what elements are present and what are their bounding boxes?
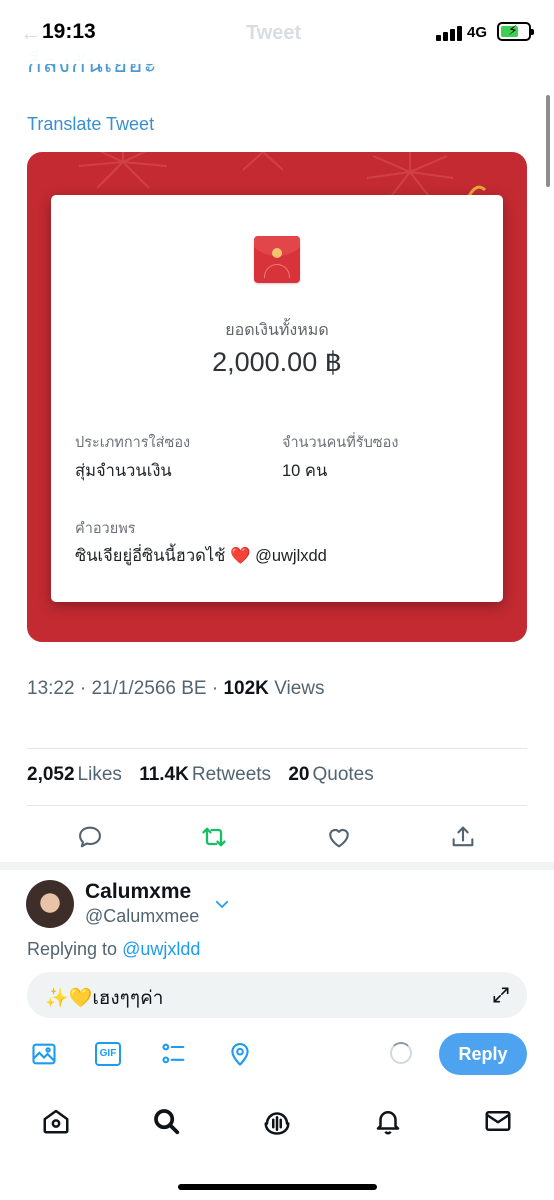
quotes-count: 20 xyxy=(288,764,310,785)
location-button[interactable] xyxy=(226,1040,254,1068)
share-icon xyxy=(452,826,474,847)
blessing-text: ซินเจียยู่อี่ซินนี้ฮวดไช้ xyxy=(75,547,226,565)
views-label[interactable]: Views xyxy=(274,678,324,699)
home-icon xyxy=(43,1109,69,1134)
display-name: Calumxme xyxy=(85,880,192,903)
heart-icon xyxy=(329,828,349,848)
heart-emoji: ❤️ xyxy=(229,547,251,565)
replying-to-handle[interactable]: @uwjxldd xyxy=(122,939,200,959)
reply-button[interactable]: Reply xyxy=(439,1033,527,1075)
total-amount-value: 2,000.00 ฿ xyxy=(212,347,342,377)
tab-messages[interactable] xyxy=(483,1106,513,1136)
tweet-stats: 2,052 Likes 11.4K Retweets 20 Quotes xyxy=(27,764,386,786)
status-bar: ← Tweet 19:13 4G ⚡ xyxy=(0,0,554,64)
reply-action-button[interactable] xyxy=(76,823,104,851)
blessing-mention: @uwjlxdd xyxy=(255,547,327,565)
blessing-label: คำอวยพร xyxy=(75,521,136,537)
reply-input[interactable]: ✨💛เฮงๆๆค่า xyxy=(27,972,527,1018)
section-divider xyxy=(0,862,554,870)
packet-type-value: สุ่มจำนวนเงิน xyxy=(75,462,172,480)
recipients-value: 10 คน xyxy=(282,462,328,480)
retweets-count: 11.4K xyxy=(139,764,189,785)
comment-icon xyxy=(79,826,101,848)
replying-prefix: Replying to xyxy=(27,939,118,959)
retweet-icon xyxy=(202,827,226,847)
like-action-button[interactable] xyxy=(325,823,353,851)
retweets-stat[interactable]: 11.4K Retweets xyxy=(139,764,271,785)
image-icon xyxy=(32,1043,56,1065)
chevron-down-icon[interactable] xyxy=(213,895,231,913)
location-pin-icon xyxy=(231,1043,249,1066)
reply-text[interactable]: ✨💛เฮงๆๆค่า xyxy=(45,983,163,1013)
likes-label: Likes xyxy=(77,764,122,785)
share-action-button[interactable] xyxy=(449,823,477,851)
red-envelope-icon xyxy=(254,236,300,283)
poll-button[interactable] xyxy=(160,1040,188,1068)
red-packet-image[interactable]: ยอดเงินทั้งหมด 2,000.00 ฿ ประเภทการใส่ซอ… xyxy=(27,152,527,642)
quotes-stat[interactable]: 20 Quotes xyxy=(288,764,373,785)
character-count-ring xyxy=(390,1042,412,1064)
cellular-signal-icon xyxy=(436,25,466,41)
mail-icon xyxy=(485,1111,511,1131)
meta-separator: · xyxy=(79,678,87,699)
media-button[interactable] xyxy=(30,1040,58,1068)
status-time: 19:13 xyxy=(42,20,96,43)
likes-count: 2,052 xyxy=(27,764,75,785)
tab-home[interactable] xyxy=(41,1106,71,1136)
tab-notifications[interactable] xyxy=(373,1106,403,1136)
views-count: 102K xyxy=(223,678,269,699)
retweet-action-button[interactable] xyxy=(200,823,228,851)
divider xyxy=(27,805,527,806)
nav-title: Tweet xyxy=(246,22,302,44)
blessing-message: ซินเจียยู่อี่ซินนี้ฮวดไช้ ❤️ @uwjlxdd xyxy=(75,543,327,569)
charging-bolt-icon: ⚡ xyxy=(508,22,518,38)
avatar[interactable] xyxy=(26,880,74,928)
gif-button[interactable]: GIF xyxy=(95,1042,121,1066)
bell-icon xyxy=(376,1111,400,1135)
scrollbar[interactable] xyxy=(546,95,550,187)
tweet-meta: 13:22 · 21/1/2566 BE · 102K Views xyxy=(27,678,325,700)
tweet-date: 21/1/2566 BE xyxy=(91,678,207,699)
tweet-time: 13:22 xyxy=(27,678,75,699)
expand-icon[interactable] xyxy=(491,985,511,1005)
likes-stat[interactable]: 2,052 Likes xyxy=(27,764,122,785)
replying-to: Replying to @uwjxldd xyxy=(27,939,200,960)
poll-icon xyxy=(162,1043,185,1064)
translate-tweet-link[interactable]: Translate Tweet xyxy=(27,114,154,135)
spaces-icon xyxy=(264,1112,290,1135)
retweets-label: Retweets xyxy=(191,764,272,785)
network-type: 4G xyxy=(467,24,488,41)
user-handle: @Calumxmee xyxy=(85,906,200,926)
total-amount-label: ยอดเงินทั้งหมด xyxy=(225,322,329,339)
battery-icon: ⚡ xyxy=(497,22,534,41)
home-indicator[interactable] xyxy=(178,1184,377,1190)
firework-decoration xyxy=(242,152,284,171)
tab-spaces[interactable] xyxy=(262,1106,292,1136)
meta-separator: · xyxy=(211,678,219,699)
divider xyxy=(27,748,527,749)
quotes-label: Quotes xyxy=(312,764,374,785)
recipients-label: จำนวนคนที่รับซอง xyxy=(282,435,399,451)
search-icon xyxy=(154,1109,180,1135)
tab-search[interactable] xyxy=(151,1106,181,1136)
red-packet-summary-card: ยอดเงินทั้งหมด 2,000.00 ฿ ประเภทการใส่ซอ… xyxy=(51,195,503,602)
back-arrow-icon[interactable]: ← xyxy=(20,20,42,46)
packet-type-label: ประเภทการใส่ซอง xyxy=(75,435,191,451)
